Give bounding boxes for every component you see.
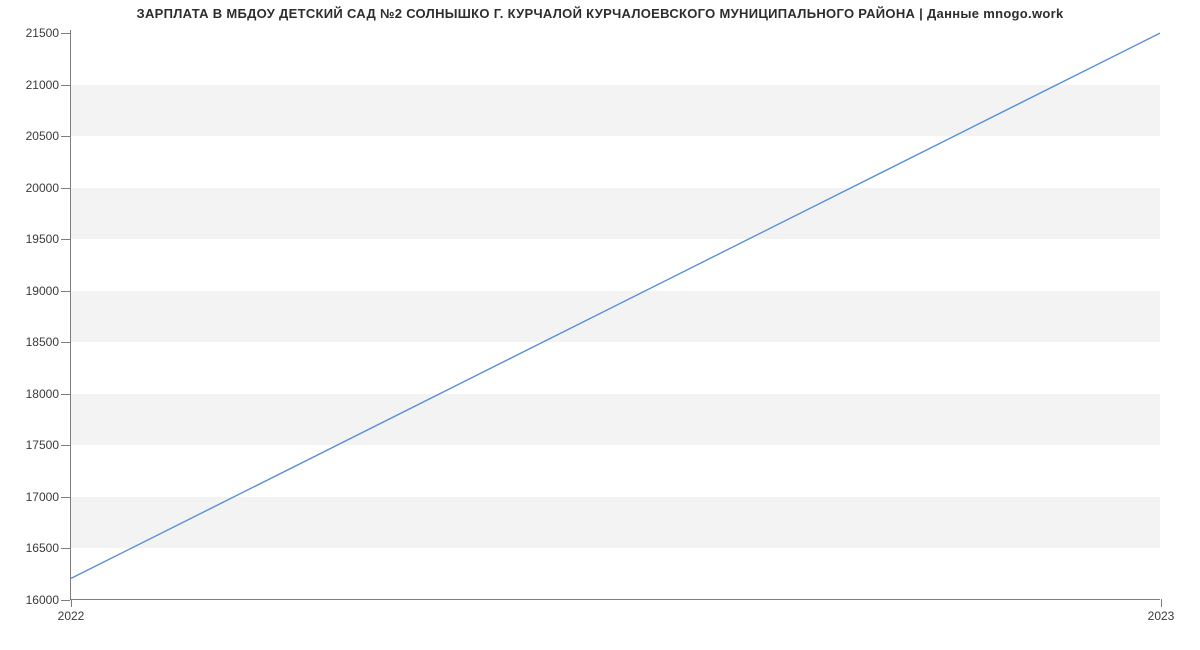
y-tick: [61, 33, 70, 34]
y-tick-label: 17500: [26, 438, 59, 452]
y-tick-label: 16000: [26, 593, 59, 607]
x-tick-label: 2023: [1148, 609, 1175, 623]
x-tick: [71, 599, 72, 607]
y-tick: [61, 188, 70, 189]
y-tick-label: 17000: [26, 490, 59, 504]
y-tick-label: 21500: [26, 26, 59, 40]
line-layer: [71, 30, 1160, 599]
y-tick-label: 21000: [26, 78, 59, 92]
y-tick-label: 16500: [26, 541, 59, 555]
y-tick-label: 20500: [26, 129, 59, 143]
y-tick-label: 20000: [26, 181, 59, 195]
y-tick: [61, 394, 70, 395]
y-tick: [61, 445, 70, 446]
y-tick: [61, 85, 70, 86]
salary-line-chart: ЗАРПЛАТА В МБДОУ ДЕТСКИЙ САД №2 СОЛНЫШКО…: [0, 0, 1200, 650]
data-line: [71, 33, 1160, 578]
y-tick: [61, 497, 70, 498]
y-tick-label: 18500: [26, 335, 59, 349]
y-tick: [61, 548, 70, 549]
y-tick: [61, 342, 70, 343]
plot-area: 1600016500170001750018000185001900019500…: [70, 30, 1160, 600]
chart-title: ЗАРПЛАТА В МБДОУ ДЕТСКИЙ САД №2 СОЛНЫШКО…: [0, 6, 1200, 21]
y-tick: [61, 239, 70, 240]
y-tick: [61, 136, 70, 137]
y-tick: [61, 291, 70, 292]
y-tick-label: 19000: [26, 284, 59, 298]
y-tick-label: 18000: [26, 387, 59, 401]
x-tick-label: 2022: [58, 609, 85, 623]
x-tick: [1161, 599, 1162, 607]
y-tick: [61, 600, 70, 601]
y-tick-label: 19500: [26, 232, 59, 246]
